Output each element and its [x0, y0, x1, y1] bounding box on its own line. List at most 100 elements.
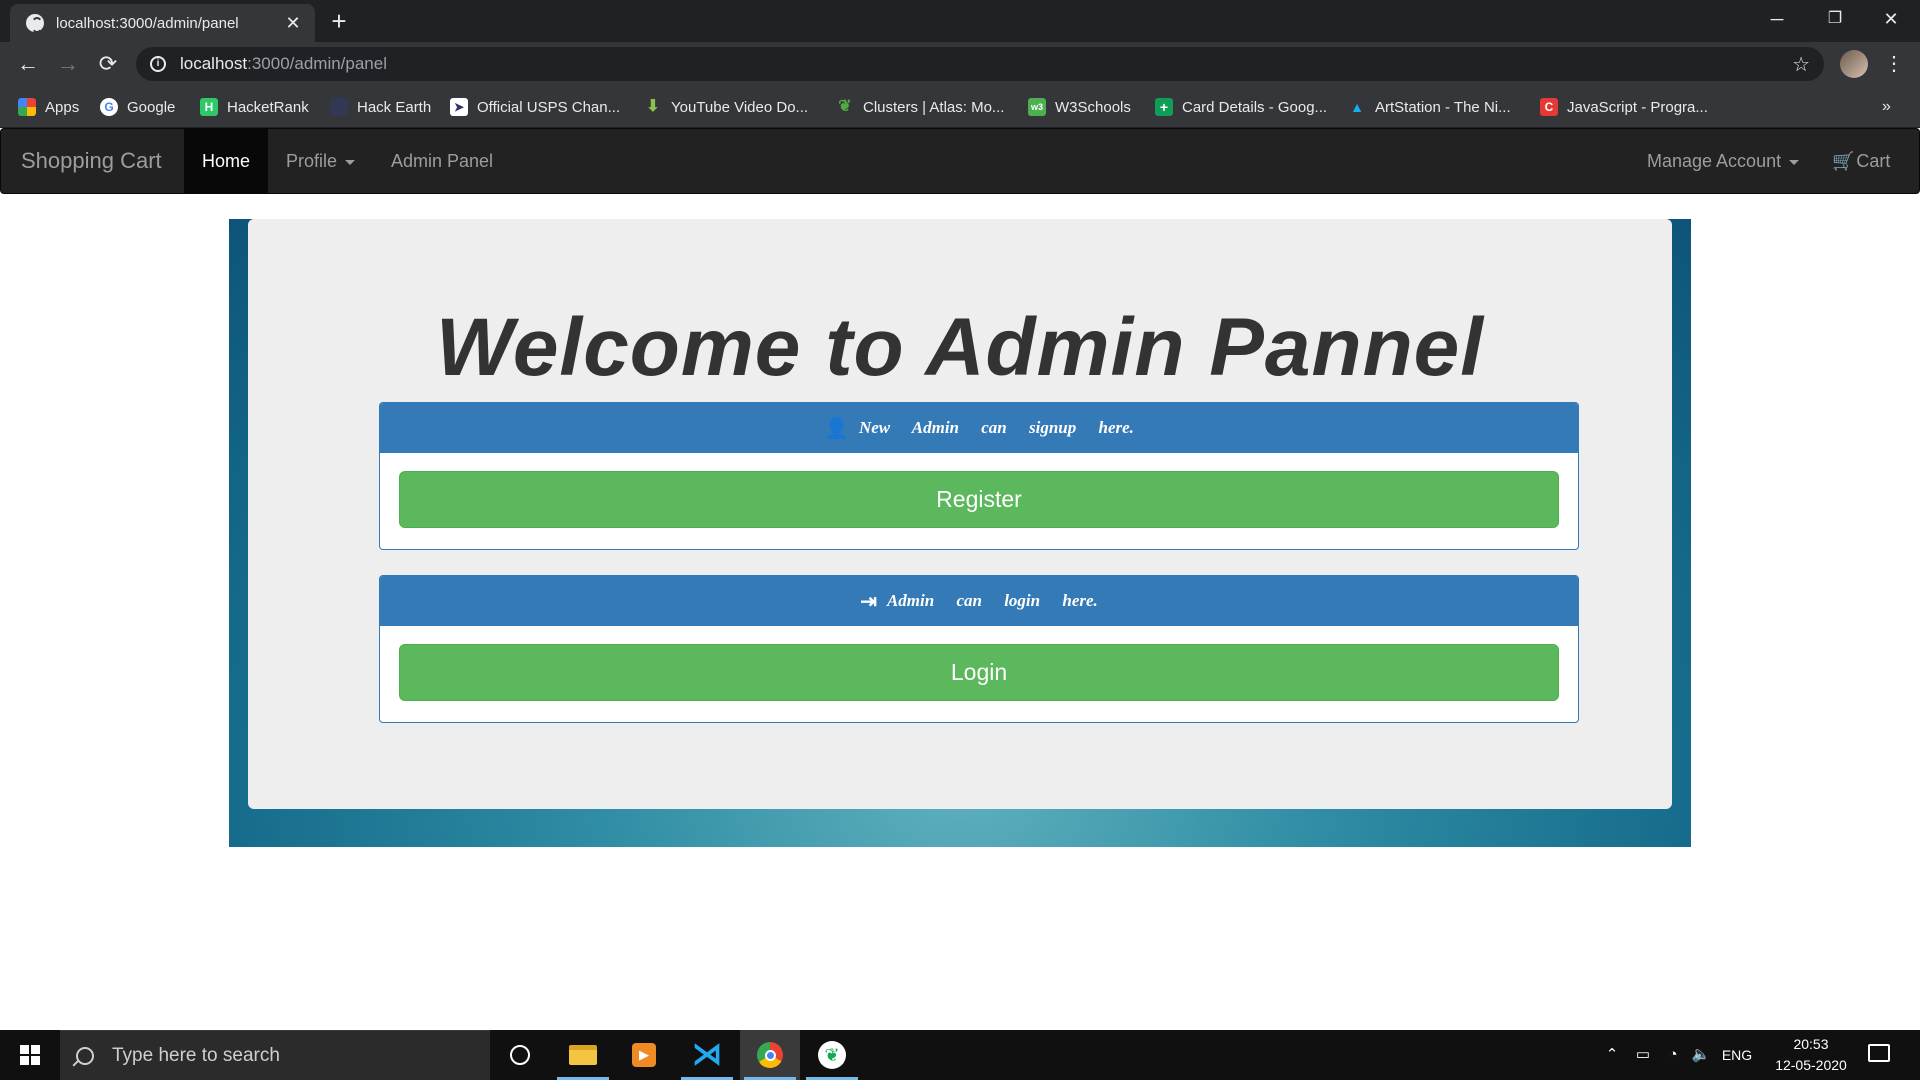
bookmark-label: Official USPS Chan... — [477, 98, 621, 116]
nav-manage-account-dropdown[interactable]: Manage Account — [1629, 129, 1817, 193]
mongodb-leaf-icon: ❦ — [838, 98, 852, 115]
browser-menu-icon[interactable]: ⋮ — [1884, 48, 1904, 80]
bookmark-artstation[interactable]: ▲ ArtStation - The Ni... — [1348, 86, 1511, 128]
battery-icon[interactable]: ▭ — [1630, 1030, 1656, 1080]
hero-background: Welcome to Admin Pannel 👤 New Admin can … — [229, 219, 1691, 847]
login-panel: ⇥ Admin can login here. Login — [379, 575, 1579, 723]
user-icon: 👤 — [824, 417, 849, 440]
admin-jumbotron: Welcome to Admin Pannel 👤 New Admin can … — [248, 219, 1672, 809]
nav-profile-dropdown[interactable]: Profile — [268, 129, 373, 193]
browser-tab-strip: localhost:3000/admin/panel ✕ + ─ ❐ ✕ — [0, 0, 1920, 42]
caret-down-icon — [345, 159, 356, 165]
restore-window-button[interactable]: ❐ — [1806, 0, 1864, 38]
bookmark-label: HacketRank — [227, 98, 309, 116]
bookmark-label: Hack Earth — [357, 98, 432, 116]
login-panel-heading: ⇥ Admin can login here. — [380, 576, 1578, 626]
bookmark-label: Card Details - Goog... — [1182, 98, 1328, 116]
browser-tab[interactable]: localhost:3000/admin/panel ✕ — [10, 4, 315, 42]
bookmark-hackerearth[interactable]: Hack Earth — [330, 86, 431, 128]
clock-date: 12-05-2020 — [1775, 1057, 1847, 1073]
taskbar-file-explorer[interactable] — [553, 1030, 613, 1080]
artstation-icon: ▲ — [1350, 99, 1364, 115]
nav-profile-label: Profile — [286, 151, 338, 171]
bookmark-usps[interactable]: ➤ Official USPS Chan... — [450, 86, 620, 128]
cortana-button[interactable] — [490, 1030, 550, 1080]
signup-panel: 👤 New Admin can signup here. Register — [379, 402, 1579, 550]
back-arrow-icon[interactable]: ← — [12, 48, 44, 80]
bookmark-apps[interactable]: Apps — [18, 86, 79, 128]
bookmark-google[interactable]: G Google — [100, 86, 175, 128]
windows-taskbar: Type here to search ▶ ⋊ ❦ ⌃ ▭ ◔ 🔈 ENG 20… — [0, 1030, 1920, 1080]
language-indicator[interactable]: ENG — [1718, 1030, 1756, 1080]
bookmark-label: Google — [127, 98, 176, 116]
search-icon — [76, 1046, 94, 1065]
bookmarks-overflow-button[interactable]: » — [1882, 86, 1891, 128]
close-window-button[interactable]: ✕ — [1862, 0, 1920, 38]
app-navbar: Shopping Cart Home Profile Admin Panel M… — [0, 128, 1920, 194]
address-bar[interactable]: i localhost:3000/admin/panel ☆ — [136, 47, 1824, 81]
profile-avatar[interactable] — [1840, 50, 1868, 78]
bookmarks-bar: Apps G Google H HacketRank Hack Earth ➤ … — [0, 86, 1920, 128]
taskbar-search-box[interactable]: Type here to search — [60, 1030, 490, 1080]
taskbar-media-player[interactable]: ▶ — [614, 1030, 674, 1080]
vscode-icon: ⋊ — [692, 1038, 722, 1071]
bookmark-youtube-downloader[interactable]: ⬇ YouTube Video Do... — [644, 86, 808, 128]
page-title: Welcome to Admin Pannel — [435, 302, 1485, 393]
taskbar-chrome[interactable] — [740, 1030, 800, 1080]
wifi-icon[interactable]: ◔ — [1660, 1030, 1686, 1080]
taskbar-mongodb-compass[interactable]: ❦ — [802, 1030, 862, 1080]
bookmark-hackerrank[interactable]: H HacketRank — [200, 86, 309, 128]
volume-icon[interactable]: 🔈 — [1688, 1030, 1714, 1080]
reload-icon[interactable]: ⟳ — [92, 48, 124, 80]
signup-panel-body: Register — [380, 453, 1578, 546]
action-center-icon[interactable] — [1868, 1044, 1890, 1062]
minimize-window-button[interactable]: ─ — [1748, 0, 1806, 38]
bookmark-label: Apps — [45, 98, 80, 116]
signup-panel-title: New Admin can signup here. — [858, 418, 1134, 437]
register-button[interactable]: Register — [399, 471, 1559, 528]
windows-logo-icon — [20, 1045, 40, 1065]
hackerrank-icon: H — [200, 98, 218, 116]
bookmark-label: ArtStation - The Ni... — [1375, 98, 1511, 116]
new-tab-button[interactable]: + — [325, 8, 353, 36]
bookmark-w3schools[interactable]: w3 W3Schools — [1028, 86, 1131, 128]
bookmark-mongodb-atlas[interactable]: ❦ Clusters | Atlas: Mo... — [836, 86, 1004, 128]
shopping-cart-icon: 🛒 — [1832, 151, 1855, 171]
login-button[interactable]: Login — [399, 644, 1559, 701]
signup-panel-heading: 👤 New Admin can signup here. — [380, 403, 1578, 453]
nav-cart-label: Cart — [1856, 151, 1891, 171]
download-arrow-icon: ⬇ — [646, 98, 660, 115]
bookmark-google-sheets[interactable]: + Card Details - Goog... — [1155, 86, 1327, 128]
apps-grid-icon — [18, 98, 36, 116]
start-button[interactable] — [0, 1030, 60, 1080]
site-info-icon[interactable]: i — [150, 56, 166, 72]
google-icon: G — [100, 98, 118, 116]
media-player-icon: ▶ — [632, 1043, 656, 1067]
login-panel-body: Login — [380, 626, 1578, 719]
show-hidden-icons-button[interactable]: ⌃ — [1600, 1030, 1624, 1080]
nav-home[interactable]: Home — [184, 129, 269, 193]
nav-admin-panel[interactable]: Admin Panel — [373, 129, 511, 193]
login-panel-title: Admin can login here. — [886, 591, 1098, 610]
nav-manage-account-label: Manage Account — [1647, 151, 1782, 171]
navbar-brand[interactable]: Shopping Cart — [21, 129, 162, 193]
caret-down-icon — [1789, 159, 1800, 165]
forward-arrow-icon[interactable]: → — [52, 48, 84, 80]
taskbar-search-placeholder: Type here to search — [112, 1044, 280, 1066]
taskbar-vscode[interactable]: ⋊ — [677, 1030, 737, 1080]
nav-cart[interactable]: 🛒 Cart — [1814, 129, 1908, 193]
bookmark-javascript[interactable]: C JavaScript - Progra... — [1540, 86, 1708, 128]
browser-toolbar: ← → ⟳ i localhost:3000/admin/panel ☆ ⋮ — [0, 42, 1920, 86]
bookmark-label: YouTube Video Do... — [671, 98, 809, 116]
taskbar-clock[interactable]: 20:53 12-05-2020 — [1756, 1034, 1866, 1076]
javascript-c-icon: C — [1540, 98, 1558, 116]
globe-icon — [26, 14, 44, 33]
mongodb-compass-icon: ❦ — [818, 1041, 846, 1069]
bookmark-label: JavaScript - Progra... — [1567, 98, 1708, 116]
usps-icon: ➤ — [450, 98, 468, 116]
bookmark-label: Clusters | Atlas: Mo... — [863, 98, 1005, 116]
bookmark-star-icon[interactable]: ☆ — [1792, 52, 1810, 77]
tab-title: localhost:3000/admin/panel — [56, 14, 239, 32]
tab-close-icon[interactable]: ✕ — [283, 13, 303, 33]
bookmark-label: W3Schools — [1055, 98, 1131, 116]
